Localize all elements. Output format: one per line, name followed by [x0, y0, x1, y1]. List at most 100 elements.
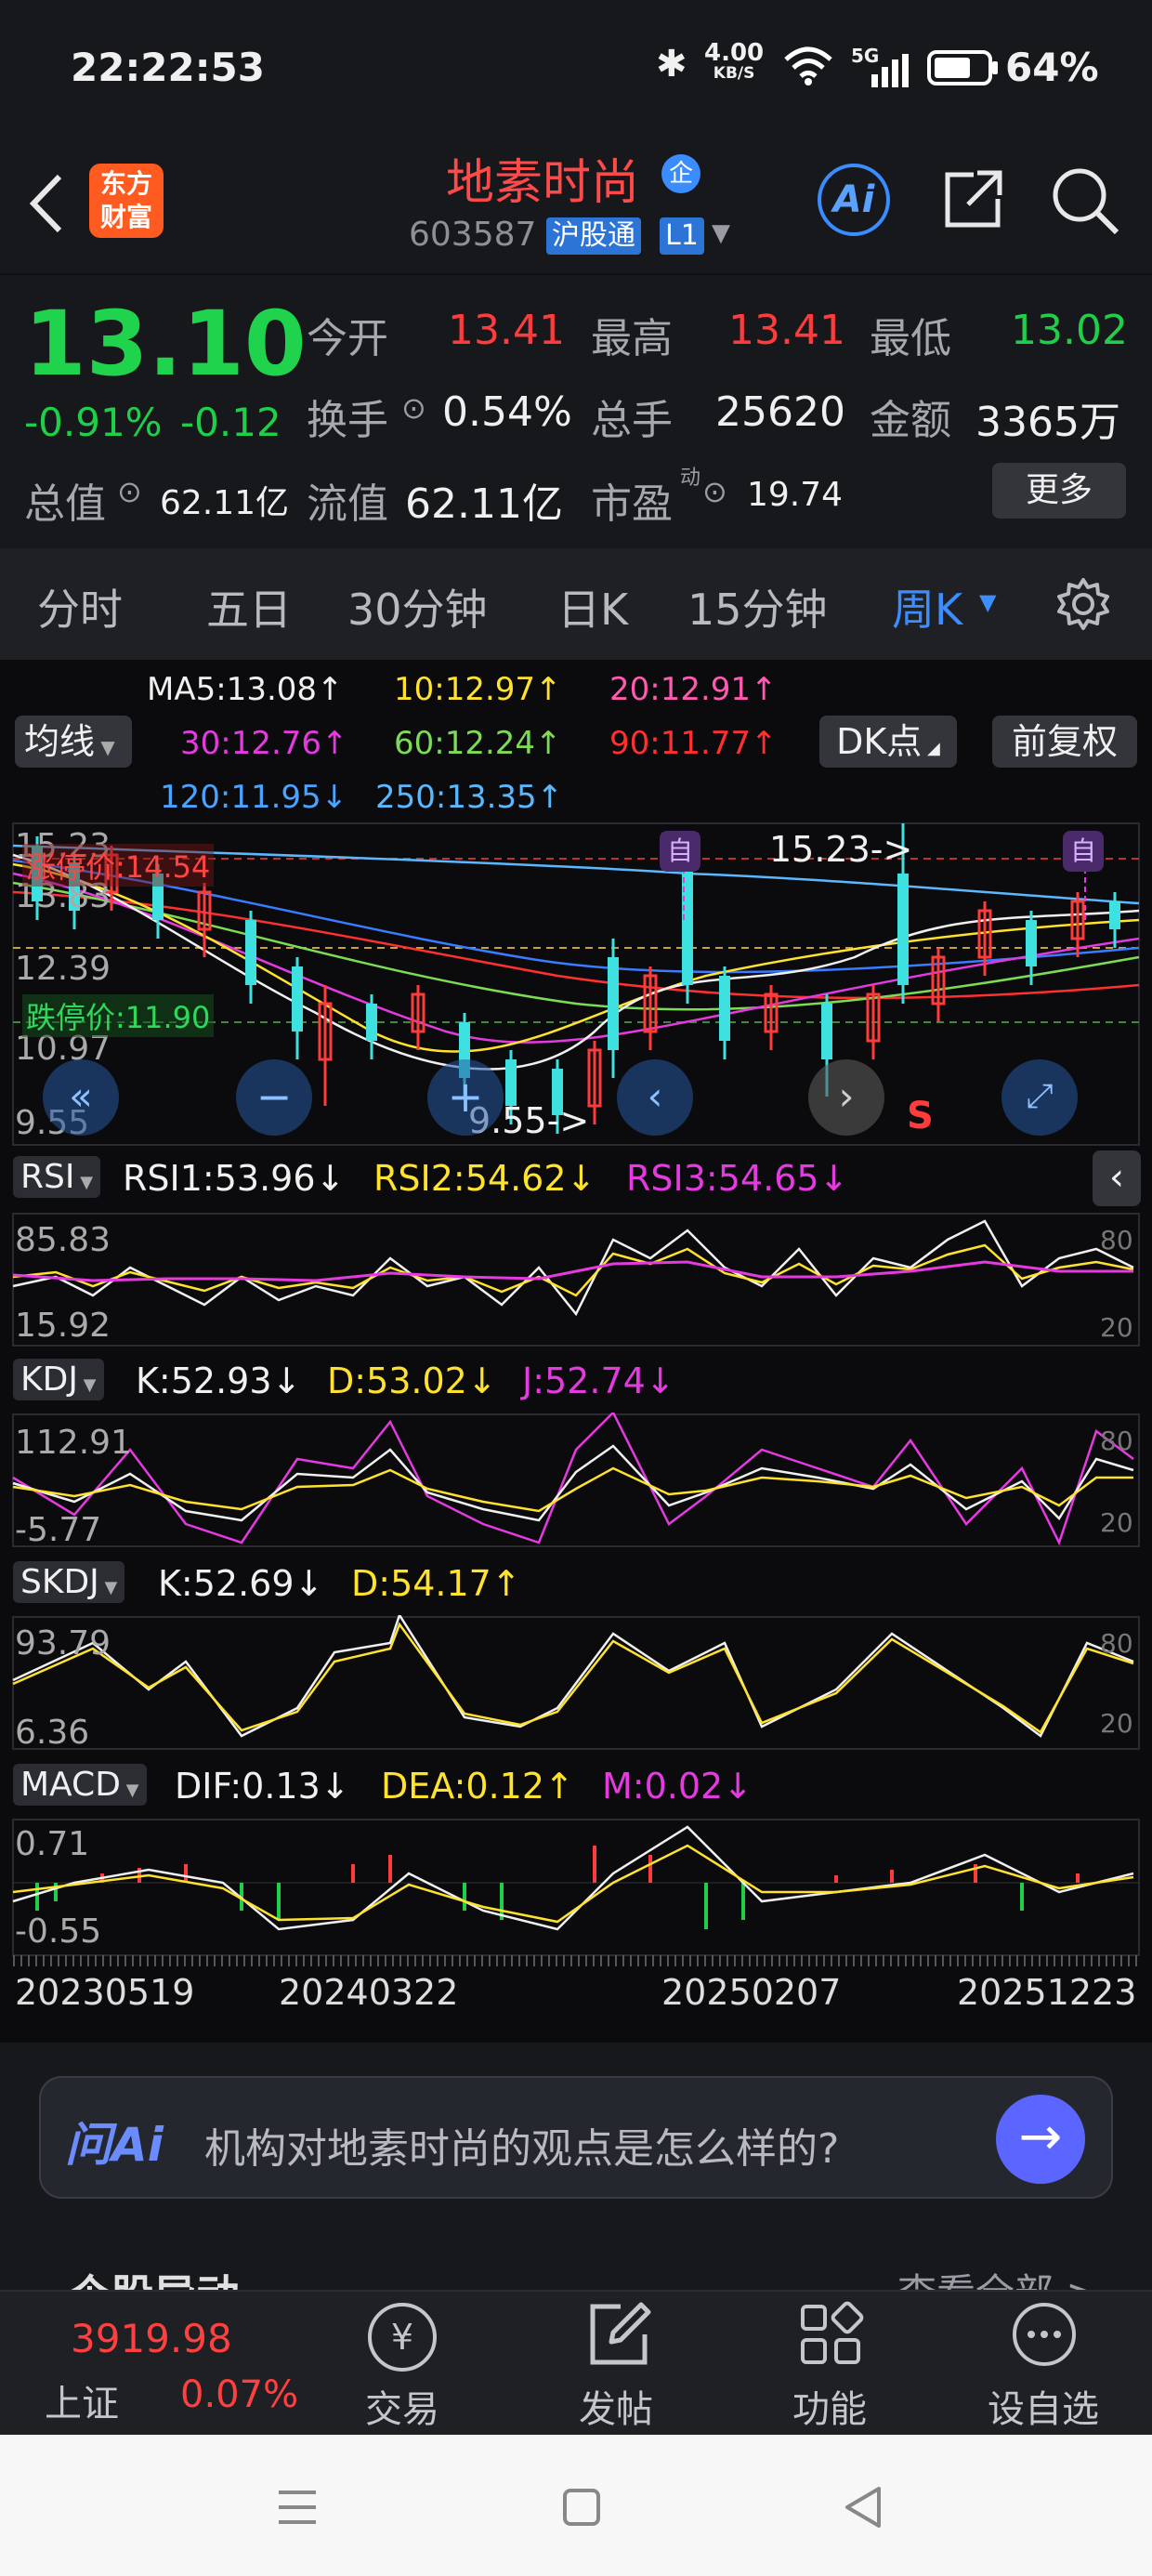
- tab-weekly-k[interactable]: 周K: [892, 576, 962, 637]
- rsi-chart: [12, 1213, 1140, 1347]
- open-value: 13.41: [448, 307, 565, 354]
- tab-five-day[interactable]: 五日: [206, 576, 292, 637]
- turnover-label: 换手: [307, 397, 388, 444]
- self-marker[interactable]: 自: [1063, 831, 1104, 872]
- fullscreen-button[interactable]: ⤢: [1001, 1059, 1078, 1136]
- section-title-partial: ▲ 个股异动: [37, 2262, 240, 2290]
- hk-connect-tag: 沪股通: [546, 217, 641, 255]
- max-price-annotation: 15.23->: [769, 829, 913, 870]
- skdj-k-value: K:52.69↓: [158, 1563, 324, 1604]
- info-icon[interactable]: ⊙: [401, 390, 426, 426]
- scroll-left-button[interactable]: «: [43, 1059, 119, 1136]
- post-icon[interactable]: [583, 2299, 654, 2370]
- tab-intraday[interactable]: 分时: [37, 576, 123, 637]
- menu-icon[interactable]: [277, 2487, 318, 2528]
- back-triangle-icon[interactable]: [842, 2485, 883, 2530]
- volume-value: 25620: [715, 388, 845, 436]
- zoom-in-button[interactable]: +: [427, 1059, 504, 1136]
- macd-dif-value: DIF:0.13↓: [175, 1766, 350, 1807]
- corner-arrow-icon: ◢: [922, 739, 940, 758]
- rsi-y-top: 85.83: [15, 1221, 111, 1259]
- ask-ai-submit[interactable]: →: [996, 2095, 1085, 2184]
- dk-point-button[interactable]: DK点 ◢: [819, 716, 957, 768]
- skdj-selector[interactable]: SKDJ ▼: [13, 1561, 125, 1603]
- info-icon[interactable]: ⊙: [117, 474, 142, 509]
- enterprise-badge: 企: [661, 154, 700, 193]
- index-name[interactable]: 上证: [45, 2373, 119, 2427]
- nav-trade[interactable]: 交易: [342, 2379, 463, 2433]
- kdj-y-bottom: -5.77: [15, 1511, 102, 1549]
- limit-down-price: 跌停价:11.90: [22, 994, 215, 1037]
- mcap-value: 62.11亿: [160, 484, 290, 522]
- kdj-d-value: D:53.02↓: [327, 1360, 497, 1401]
- index-change[interactable]: 0.07%: [180, 2373, 298, 2416]
- mcap-label: 总值: [24, 480, 106, 528]
- ma60-legend: 60:12.24↑: [394, 725, 562, 762]
- ai-button[interactable]: Ai: [818, 164, 890, 236]
- float-mcap-value: 62.11亿: [405, 480, 563, 528]
- tab-dropdown-icon[interactable]: ▼: [979, 589, 996, 615]
- x-date-3: 20250207: [661, 1972, 842, 2013]
- tab-30min[interactable]: 30分钟: [347, 576, 488, 637]
- trade-icon[interactable]: ¥: [368, 2303, 437, 2372]
- chevron-down-icon: ▼: [77, 1375, 97, 1395]
- rsi-y-bottom: 15.92: [15, 1307, 111, 1345]
- step-right-button[interactable]: ›: [808, 1059, 884, 1136]
- macd-y-top: 0.71: [15, 1825, 90, 1863]
- chevron-down-icon: ▼: [95, 736, 115, 758]
- index-value[interactable]: 3919.98: [71, 2316, 232, 2361]
- step-left-button[interactable]: ‹: [617, 1059, 693, 1136]
- macd-chart: [12, 1819, 1140, 1956]
- nav-function[interactable]: 功能: [769, 2379, 890, 2433]
- rsi-selector[interactable]: RSI ▼: [13, 1156, 101, 1198]
- pe-superscript: 动: [680, 467, 701, 490]
- more-button[interactable]: 更多: [992, 463, 1126, 519]
- bluetooth-icon: ✱: [656, 43, 687, 85]
- self-marker[interactable]: 自: [660, 831, 700, 872]
- ask-ai-question: 机构对地素时尚的观点是怎么样的?: [204, 2125, 840, 2173]
- chevron-down-icon[interactable]: ▼: [712, 219, 730, 247]
- signal-icon: [871, 54, 909, 87]
- rsi2-value: RSI2:54.62↓: [373, 1158, 596, 1199]
- home-square-icon[interactable]: [561, 2487, 602, 2528]
- skdj-d-value: D:54.17↑: [351, 1563, 521, 1604]
- high-value: 13.41: [728, 307, 845, 354]
- ma120-legend: 120:11.95↓: [160, 779, 348, 816]
- kdj-ref-20: 20: [1100, 1507, 1133, 1538]
- nav-post[interactable]: 发帖: [556, 2379, 676, 2433]
- view-all-partial[interactable]: 查看全部 >: [897, 2262, 1099, 2290]
- ma30-legend: 30:12.76↑: [180, 725, 348, 762]
- sell-marker: S: [907, 1095, 934, 1137]
- nav-add-watchlist[interactable]: 设自选: [983, 2379, 1104, 2433]
- ma20-legend: 20:12.91↑: [609, 671, 778, 708]
- macd-selector[interactable]: MACD ▼: [13, 1764, 147, 1806]
- zoom-out-button[interactable]: −: [236, 1059, 312, 1136]
- back-arrow-icon[interactable]: [24, 171, 69, 236]
- function-grid-icon[interactable]: [797, 2301, 864, 2368]
- rsi-ref-20: 20: [1100, 1312, 1133, 1343]
- settings-gear-icon[interactable]: [1055, 576, 1111, 632]
- kdj-chart: [12, 1413, 1140, 1547]
- stock-code: 603587: [409, 216, 537, 254]
- collapse-panel-button[interactable]: ‹: [1093, 1150, 1141, 1206]
- volume-label: 总手: [591, 397, 673, 444]
- battery-level: 64%: [1005, 45, 1099, 90]
- chevron-down-icon: ▼: [74, 1173, 94, 1192]
- kdj-y-top: 112.91: [15, 1424, 132, 1462]
- tab-15min[interactable]: 15分钟: [687, 576, 828, 637]
- change-percent: -0.91%: [24, 400, 163, 445]
- ask-ai-bar[interactable]: 问Ai 机构对地素时尚的观点是怎么样的? →: [39, 2076, 1113, 2199]
- high-label: 最高: [591, 315, 673, 362]
- more-dots-icon[interactable]: [1011, 2301, 1078, 2368]
- price-adjust-button[interactable]: 前复权: [992, 716, 1137, 768]
- tab-daily-k[interactable]: 日K: [557, 576, 628, 637]
- battery-icon: [927, 50, 998, 85]
- ma250-legend: 250:13.35↑: [375, 779, 564, 816]
- kdj-selector[interactable]: KDJ ▼: [13, 1359, 104, 1400]
- low-label: 最低: [870, 315, 951, 362]
- info-icon[interactable]: ⊙: [702, 474, 727, 509]
- search-icon[interactable]: [1050, 165, 1120, 236]
- share-icon[interactable]: [940, 165, 1007, 232]
- stock-name: 地素时尚: [446, 155, 640, 211]
- ma-selector-button[interactable]: 均线 ▼: [15, 716, 132, 768]
